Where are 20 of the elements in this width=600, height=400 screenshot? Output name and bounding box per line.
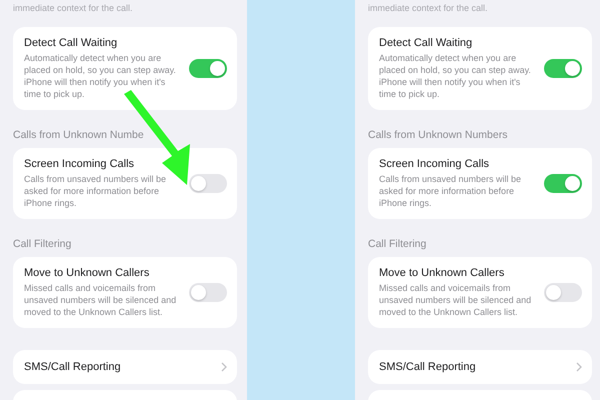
setting-title: Move to Unknown Callers xyxy=(24,266,150,280)
setting-title: Move to Unknown Callers xyxy=(379,266,506,280)
setting-title: Detect Call Waiting xyxy=(379,36,474,50)
setting-description: immediate context for the call. xyxy=(13,3,134,14)
setting-description: Missed calls and voicemails from unsaved numbers will be silenced and moved to the Unknown Callers list. xyxy=(24,282,178,318)
setting-description: Automatically detect when you are placed on hold, so you can step away. iPhone will then notify you when it's time to pick up. xyxy=(24,52,177,100)
settings-link-row[interactable]: SMS/Call Reporting xyxy=(368,350,592,384)
section-header: Calls from Unknown Numbe xyxy=(13,129,145,142)
setting-title: Screen Incoming Calls xyxy=(24,157,136,171)
setting-title: Detect Call Waiting xyxy=(24,36,118,50)
setting-description: Calls from unsaved numbers will be asked for more information before iPhone rings. xyxy=(379,173,522,209)
settings-link-row[interactable]: SMS/Call Reporting xyxy=(13,350,237,384)
section-header: Calls from Unknown Numbers xyxy=(368,129,508,142)
setting-description: immediate context for the call. xyxy=(368,3,489,14)
section-header: Call Filtering xyxy=(13,238,72,251)
setting-description: Missed calls and voicemails from unsaved numbers will be silenced and moved to the Unknown Callers list. xyxy=(379,282,532,318)
setting-description: Automatically detect when you are placed on hold, so you can step away. iPhone will then notify you when it's time to pick up. xyxy=(379,52,532,100)
section-header: Call Filtering xyxy=(368,238,428,251)
setting-description: Calls from unsaved numbers will be asked for more information before iPhone rings. xyxy=(24,173,168,209)
setting-title: Screen Incoming Calls xyxy=(379,157,490,171)
